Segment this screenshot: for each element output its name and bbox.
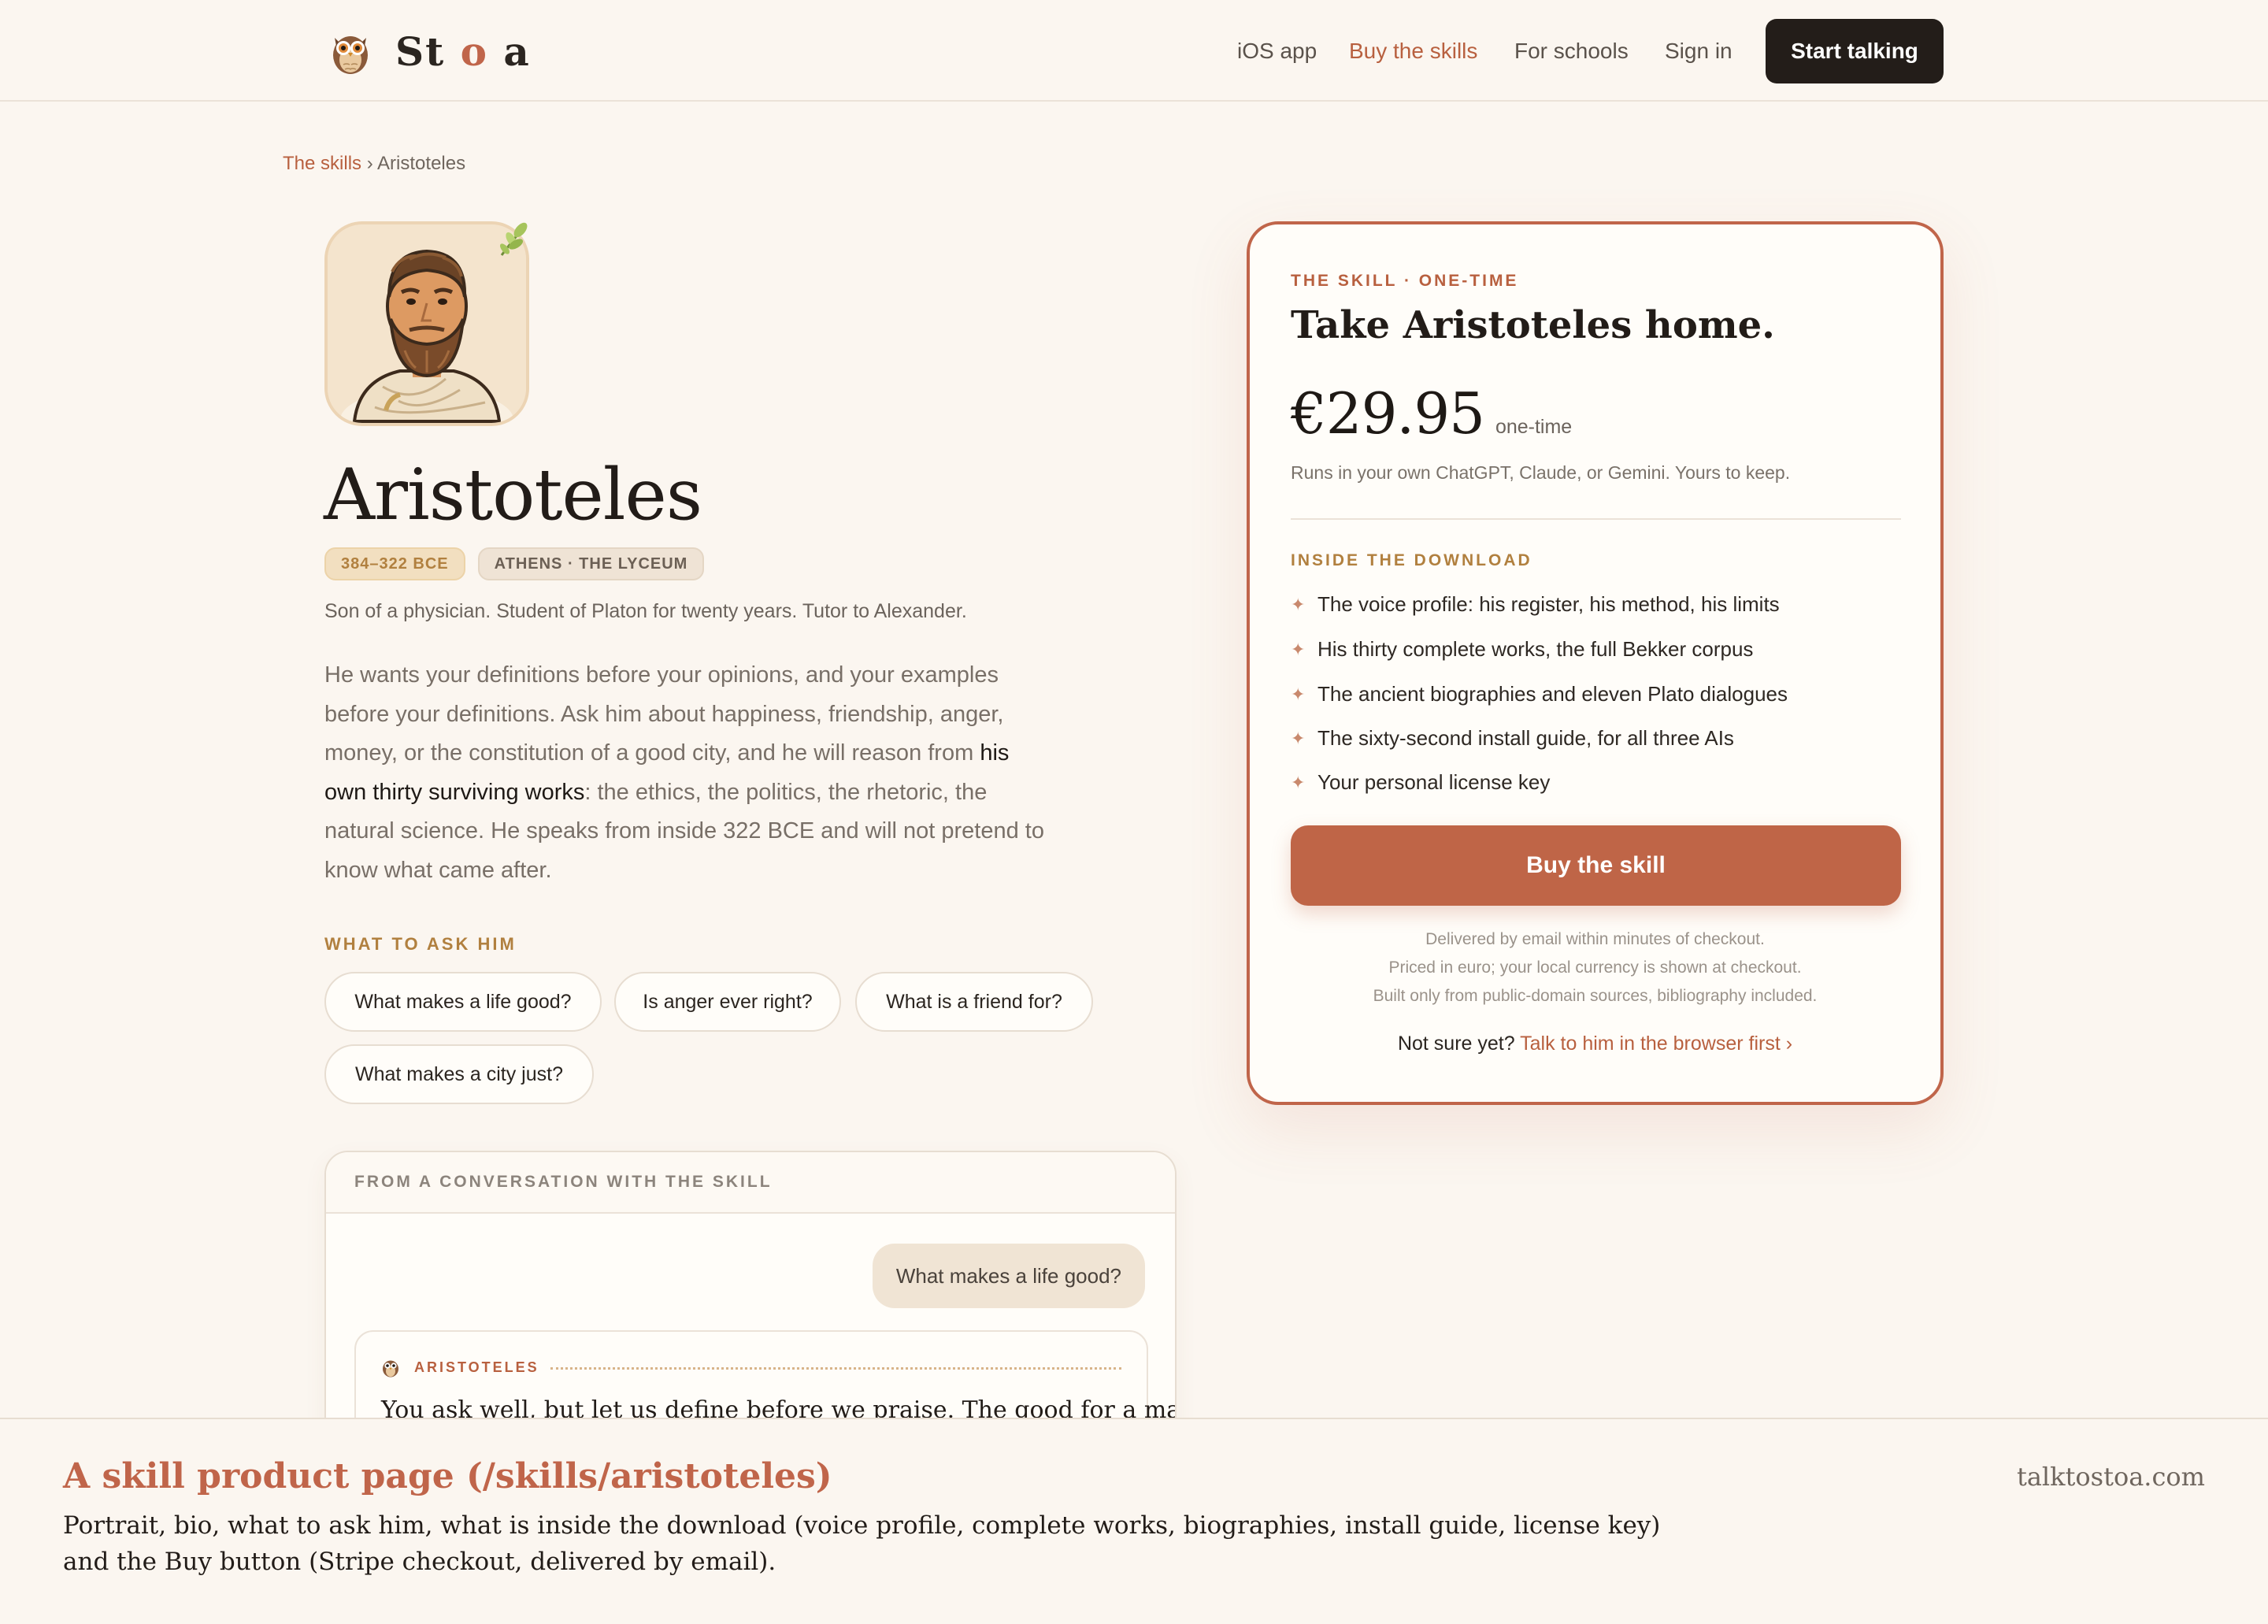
- feature-label: The voice profile: his register, his met…: [1317, 592, 1780, 616]
- brand-name-end: a: [503, 28, 531, 75]
- nav-for-schools[interactable]: For schools: [1514, 0, 1629, 102]
- top-navigation-bar: St o a iOS app Buy the skills For school…: [0, 0, 2268, 102]
- inside-download-heading: INSIDE THE DOWNLOAD: [1291, 551, 1532, 569]
- description-part-1: He wants your definitions before your op…: [324, 662, 1004, 766]
- screenshot-caption: A skill product page (/skills/aristotele…: [0, 1418, 2268, 1624]
- price-note: one-time: [1495, 416, 1573, 438]
- philosopher-name: Aristoteles: [324, 454, 702, 536]
- sources-note: Built only from public-domain sources, b…: [1373, 987, 1818, 1005]
- start-talking-button[interactable]: Start talking: [1766, 19, 1944, 83]
- currency-note: Priced in euro; your local currency is s…: [1388, 958, 1802, 977]
- nav-link-schools[interactable]: For schools: [1514, 39, 1629, 64]
- sparkle-bullet-icon: ✦: [1291, 728, 1306, 748]
- purchase-card: THE SKILL · ONE-TIME Take Aristoteles ho…: [1247, 221, 1944, 1105]
- brand-name-start: St: [395, 28, 446, 75]
- sparkle-bullet-icon: ✦: [1291, 594, 1306, 614]
- user-message-bubble: What makes a life good?: [872, 1244, 1145, 1308]
- feature-label: The ancient biographies and eleven Plato…: [1317, 682, 1788, 706]
- breadcrumb-separator: ›: [366, 153, 373, 174]
- what-to-ask-heading: WHAT TO ASK HIM: [324, 934, 517, 954]
- nav-buy-skills[interactable]: Buy the skills: [1349, 0, 1477, 102]
- assistant-speaker-name: ARISTOTELES: [414, 1359, 539, 1375]
- question-chip[interactable]: What makes a city just?: [324, 1044, 594, 1104]
- caption-domain: talktostoa.com: [2016, 1462, 2205, 1492]
- download-feature-item: ✦ The voice profile: his register, his m…: [1291, 592, 1780, 617]
- card-title: Take Aristoteles home.: [1291, 303, 1775, 347]
- dotted-divider: [550, 1366, 1121, 1370]
- price-value: €29.95: [1291, 380, 1485, 447]
- card-eyebrow: THE SKILL · ONE-TIME: [1291, 272, 1519, 290]
- download-feature-item: ✦ Your personal license key: [1291, 770, 1550, 795]
- caption-body: Portrait, bio, what to ask him, what is …: [63, 1511, 1661, 1576]
- sparkle-bullet-icon: ✦: [1291, 639, 1306, 659]
- delivery-note: Delivered by email within minutes of che…: [1425, 930, 1765, 948]
- caption-title: A skill product page (/skills/aristotele…: [63, 1456, 832, 1496]
- feature-label: His thirty complete works, the full Bekk…: [1317, 637, 1754, 661]
- breadcrumb-skills-link[interactable]: The skills: [283, 153, 361, 174]
- brand-wordmark: St o a: [395, 28, 531, 75]
- compatibility-note: Runs in your own ChatGPT, Claude, or Gem…: [1291, 462, 1791, 483]
- brand-name-o: o: [460, 28, 488, 75]
- feature-label: The sixty-second install guide, for all …: [1317, 726, 1734, 750]
- profile-tags: 384–322 BCE ATHENS · THE LYCEUM: [324, 547, 705, 580]
- try-first-row: Not sure yet? Talk to him in the browser…: [1250, 1033, 1940, 1055]
- skill-description: He wants your definitions before your op…: [324, 656, 1057, 890]
- download-feature-item: ✦ The ancient biographies and eleven Pla…: [1291, 682, 1788, 706]
- sparkle-bullet-icon: ✦: [1291, 684, 1306, 704]
- brand-logo[interactable]: St o a: [328, 24, 531, 79]
- nav-link-ios[interactable]: iOS app: [1237, 39, 1317, 64]
- question-chip[interactable]: Is anger ever right?: [614, 972, 841, 1032]
- talk-in-browser-link[interactable]: Talk to him in the browser first ›: [1520, 1033, 1792, 1055]
- assistant-message-header: ARISTOTELES: [381, 1357, 1121, 1377]
- olive-leaf-icon: [500, 222, 528, 256]
- short-bio: Son of a physician. Student of Platon fo…: [324, 600, 967, 622]
- download-feature-item: ✦ The sixty-second install guide, for al…: [1291, 726, 1734, 751]
- place-badge: ATHENS · THE LYCEUM: [477, 547, 705, 580]
- owl-logo-icon: [333, 36, 368, 74]
- try-first-prefix: Not sure yet?: [1397, 1033, 1521, 1055]
- conversation-heading: FROM A CONVERSATION WITH THE SKILL: [326, 1152, 1175, 1214]
- buy-skill-button[interactable]: Buy the skill: [1291, 825, 1901, 906]
- download-feature-item: ✦ His thirty complete works, the full Be…: [1291, 637, 1753, 662]
- breadcrumb-current: Aristoteles: [377, 153, 466, 174]
- owl-avatar-icon: [383, 1360, 398, 1377]
- question-chip[interactable]: What makes a life good?: [324, 972, 602, 1032]
- nav-link-buy[interactable]: Buy the skills: [1349, 39, 1477, 64]
- dates-badge: 384–322 BCE: [324, 547, 465, 580]
- breadcrumb: The skills › Aristoteles: [283, 153, 465, 175]
- nav-ios-app[interactable]: iOS app: [1237, 0, 1317, 102]
- nav-sign-in[interactable]: Sign in: [1665, 0, 1732, 102]
- feature-label: Your personal license key: [1317, 770, 1551, 794]
- card-divider: [1291, 518, 1901, 520]
- nav-link-signin[interactable]: Sign in: [1665, 39, 1732, 64]
- price-row: €29.95 one-time: [1291, 380, 1572, 447]
- sparkle-bullet-icon: ✦: [1291, 772, 1306, 792]
- question-chip[interactable]: What is a friend for?: [855, 972, 1093, 1032]
